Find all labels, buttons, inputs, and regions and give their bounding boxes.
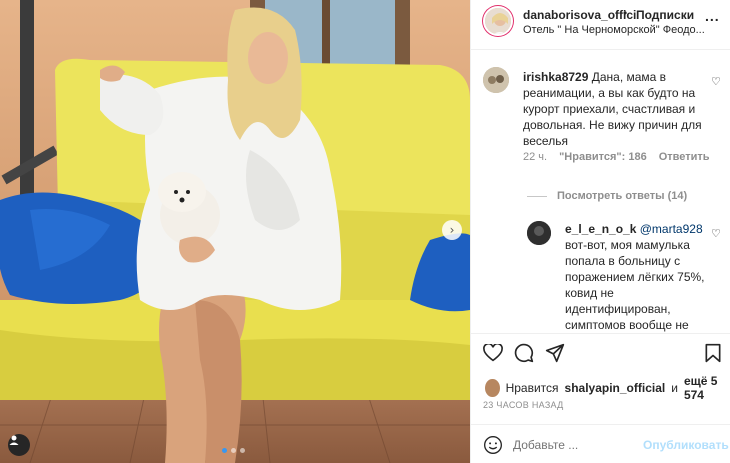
comment-input[interactable] — [513, 438, 633, 452]
author-username[interactable]: danaborisova_offici — [523, 8, 636, 22]
author-avatar[interactable] — [483, 6, 513, 36]
more-options-icon[interactable]: ... — [705, 8, 720, 24]
replies-divider — [527, 195, 547, 197]
user-tag-icon — [9, 435, 19, 445]
carousel-indicator — [222, 448, 245, 453]
comment-body: irishka8729 Дана, мама в реанимации, а в… — [523, 69, 709, 149]
reply-button[interactable]: Ответить — [659, 151, 710, 163]
likes-count[interactable]: ещё 5 574 — [684, 374, 730, 402]
commenter-photo — [483, 67, 509, 93]
carousel-dot — [240, 448, 245, 453]
likes-conjunction: и — [671, 381, 678, 395]
like-reply-heart-icon[interactable]: ♡ — [711, 227, 721, 240]
author-photo — [485, 8, 511, 34]
post-timestamp[interactable]: 23 ЧАСОВ НАЗАД — [483, 400, 564, 410]
chevron-right-icon: › — [449, 223, 455, 237]
comments-list[interactable]: irishka8729 Дана, мама в реанимации, а в… — [471, 51, 730, 333]
reply-mention[interactable]: @marta928 — [640, 222, 703, 236]
paper-plane-icon — [545, 343, 565, 363]
emoji-icon[interactable] — [483, 435, 503, 455]
reply-username[interactable]: e_l_e_n_o_k — [565, 222, 636, 236]
like-comment-heart-icon[interactable]: ♡ — [711, 75, 721, 88]
header-separator: • — [623, 6, 628, 20]
comment-time[interactable]: 22 ч. — [523, 151, 547, 163]
post-location[interactable]: Отель " На Черноморской" Феодо... — [523, 24, 705, 36]
follow-button[interactable]: Подписки — [636, 8, 694, 22]
carousel-dot-active — [222, 448, 227, 453]
next-photo-button[interactable]: › — [442, 220, 462, 240]
comment-button[interactable] — [513, 342, 535, 364]
post-header: danaborisova_offici • Подписки Отель " Н… — [471, 0, 730, 50]
view-replies-label: Посмотреть ответы (14) — [557, 190, 688, 202]
replier-photo — [527, 221, 551, 245]
save-button[interactable] — [702, 342, 724, 364]
post-actions — [471, 333, 730, 363]
tagged-users-button[interactable] — [8, 434, 30, 456]
liker-avatar[interactable] — [485, 379, 500, 397]
add-comment-bar: Опубликовать — [471, 424, 730, 463]
photo-illustration — [0, 0, 470, 463]
view-replies-toggle[interactable]: Посмотреть ответы (14) — [527, 190, 687, 202]
share-button[interactable] — [544, 342, 566, 364]
comment-bubble-icon — [514, 343, 534, 363]
reply-text: вот-вот, моя мамулька попала в больницу … — [565, 238, 705, 332]
post-comment-button[interactable]: Опубликовать — [643, 438, 729, 452]
reply-avatar[interactable] — [527, 221, 551, 245]
likes-summary: Нравится shalyapin_official и ещё 5 574 — [485, 374, 730, 402]
likes-prefix: Нравится — [505, 381, 559, 395]
post-photo[interactable]: › — [0, 0, 470, 463]
post-sidebar: danaborisova_offici • Подписки Отель " Н… — [470, 0, 730, 463]
like-button[interactable] — [482, 342, 504, 364]
heart-icon — [483, 344, 503, 362]
comment-avatar[interactable] — [483, 67, 509, 93]
reply-body: e_l_e_n_o_k @marta928 вот-вот, моя мамул… — [565, 221, 705, 333]
comment-username[interactable]: irishka8729 — [523, 70, 588, 84]
liker-username[interactable]: shalyapin_official — [565, 381, 666, 395]
carousel-dot — [231, 448, 236, 453]
comment-likes[interactable]: "Нравится": 186 — [559, 151, 647, 163]
instagram-post: › danaborisova_offici • Подписки Отель "… — [0, 0, 730, 463]
comment-meta: 22 ч. "Нравится": 186 Ответить — [523, 151, 710, 163]
bookmark-icon — [705, 343, 721, 363]
